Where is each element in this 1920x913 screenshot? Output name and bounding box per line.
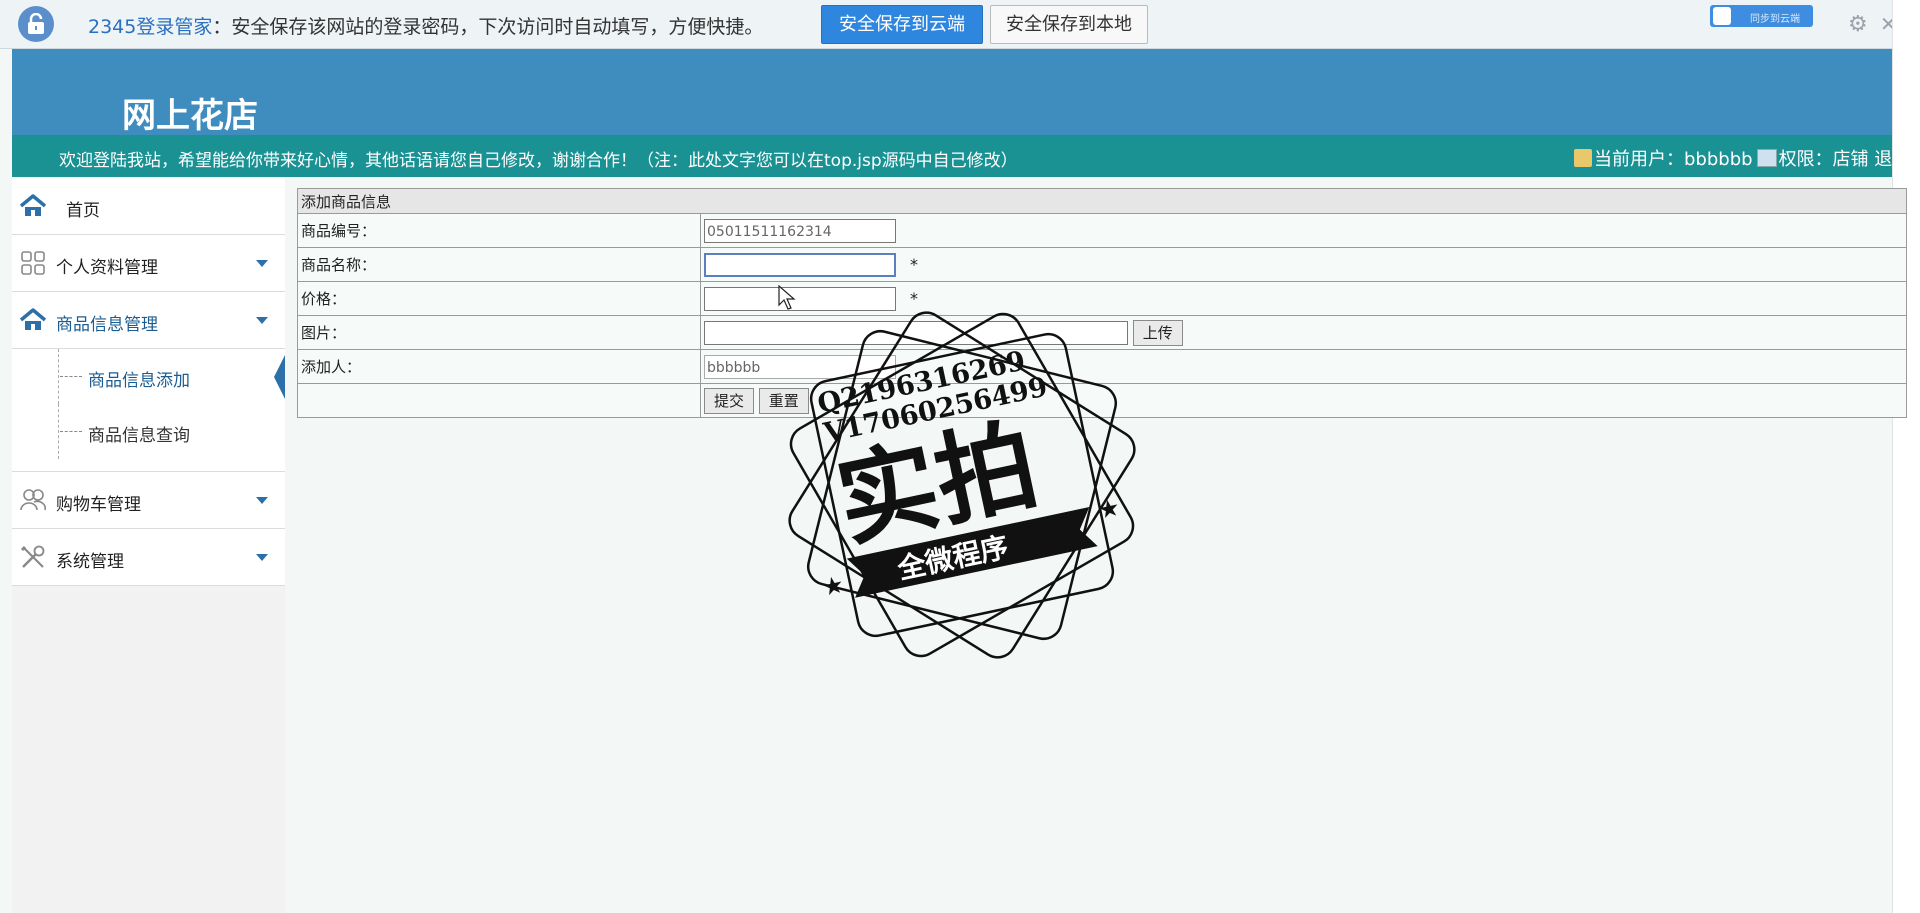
site-header: 网上花店 (12, 49, 1892, 136)
required-mark: * (910, 289, 918, 308)
sidebar-item-cart[interactable]: 购物车管理 (12, 472, 285, 529)
goods-submenu: 商品信息添加 商品信息查询 (12, 349, 285, 472)
sidebar-item-profile[interactable]: 个人资料管理 (12, 235, 285, 292)
cloud-sync-badge[interactable]: 同步到云端 (1710, 5, 1813, 27)
password-manager-message: 2345登录管家：安全保存该网站的登录密码，下次访问时自动填写，方便快捷。 (88, 16, 764, 38)
form-row: 商品编号： 05011511162314 (297, 213, 1907, 248)
mouse-cursor-icon (778, 285, 796, 310)
tree-dash (60, 376, 82, 378)
image-path-field[interactable] (704, 320, 1128, 345)
form-row: 添加人： bbbbbb (297, 349, 1907, 384)
sidebar-subitem-label: 商品信息查询 (88, 426, 190, 446)
current-user: 当前用户：bbbbbb (1594, 149, 1753, 170)
user-info: 当前用户：bbbbbb 权限：店铺 退出 (1574, 145, 1910, 171)
chevron-down-icon (256, 554, 268, 561)
sidebar-item-label: 商品信息管理 (56, 315, 158, 335)
sidebar-menu: 首页 个人资料管理 商品信息管理 商品信息添加 商品信息查询 购物车管理 系统管… (12, 178, 285, 586)
user-icon (1574, 149, 1592, 167)
home-icon (20, 194, 46, 216)
grid-icon (21, 251, 45, 275)
required-mark: * (910, 255, 918, 274)
form-caption-row: 添加商品信息 (297, 188, 1907, 214)
home-icon (20, 308, 46, 330)
gear-icon[interactable]: ⚙ (1848, 12, 1868, 37)
reset-button[interactable]: 重置 (758, 387, 809, 414)
sidebar-subitem-goods-query[interactable]: 商品信息查询 (12, 404, 285, 459)
chevron-down-icon (256, 497, 268, 504)
form-row: 商品名称： * (297, 247, 1907, 282)
welcome-bar: 欢迎登陆我站，希望能给你带来好心情，其他话语请您自己修改，谢谢合作！（注：此处文… (12, 135, 1910, 177)
tools-icon (20, 545, 45, 568)
form-caption: 添加商品信息 (297, 188, 1907, 214)
submit-button[interactable]: 提交 (704, 387, 755, 414)
form-row: 图片： 上传 (297, 315, 1907, 350)
sidebar-item-goods[interactable]: 商品信息管理 (12, 292, 285, 349)
form-row: 价格： * (297, 281, 1907, 316)
price-field[interactable] (704, 286, 896, 311)
sidebar-subitem-label: 商品信息添加 (88, 371, 190, 391)
welcome-text: 欢迎登陆我站，希望能给你带来好心情，其他话语请您自己修改，谢谢合作！（注：此处文… (59, 151, 1018, 171)
sidebar-item-label: 购物车管理 (56, 495, 141, 515)
lock-icon (18, 6, 54, 42)
sidebar-item-home[interactable]: 首页 (12, 178, 285, 235)
cloud-icon (1713, 7, 1731, 25)
sidebar-item-label: 系统管理 (56, 552, 124, 572)
field-label: 商品编号： (297, 213, 701, 248)
active-indicator (274, 355, 285, 399)
goods-id-field[interactable]: 05011511162314 (704, 218, 896, 243)
site-title: 网上花店 (122, 96, 258, 136)
chevron-down-icon (256, 317, 268, 324)
password-manager-brand: 2345登录管家 (88, 16, 213, 38)
role: 权限：店铺 (1778, 149, 1869, 170)
sidebar-item-system[interactable]: 系统管理 (12, 529, 285, 586)
form-row: 提交 重置 (297, 383, 1907, 418)
field-label: 价格： (297, 281, 701, 316)
save-to-local-button[interactable]: 安全保存到本地 (990, 5, 1148, 44)
goods-name-field[interactable] (704, 252, 896, 277)
sidebar: 首页 个人资料管理 商品信息管理 商品信息添加 商品信息查询 购物车管理 系统管… (12, 178, 286, 913)
sidebar-item-label: 个人资料管理 (56, 258, 158, 278)
upload-button[interactable]: 上传 (1132, 319, 1183, 346)
chevron-down-icon (256, 260, 268, 267)
key-icon (1756, 149, 1777, 167)
window-edge (1892, 0, 1920, 913)
logout-link[interactable]: 退出 (1874, 149, 1910, 170)
sidebar-subitem-goods-add[interactable]: 商品信息添加 (12, 349, 285, 404)
add-goods-form: 添加商品信息 商品编号： 05011511162314 商品名称： * 价格： … (297, 188, 1907, 418)
sidebar-item-label: 首页 (66, 201, 100, 221)
users-icon (20, 489, 46, 511)
main-content: 添加商品信息 商品编号： 05011511162314 商品名称： * 价格： … (285, 178, 1907, 913)
save-to-cloud-button[interactable]: 安全保存到云端 (821, 5, 983, 44)
field-label: 图片： (297, 315, 701, 350)
password-manager-bar: 2345登录管家：安全保存该网站的登录密码，下次访问时自动填写，方便快捷。 安全… (0, 0, 1897, 49)
field-label: 添加人： (297, 349, 701, 384)
tree-dash (60, 431, 82, 433)
added-by-field[interactable]: bbbbbb (704, 354, 896, 379)
field-label: 商品名称： (297, 247, 701, 282)
